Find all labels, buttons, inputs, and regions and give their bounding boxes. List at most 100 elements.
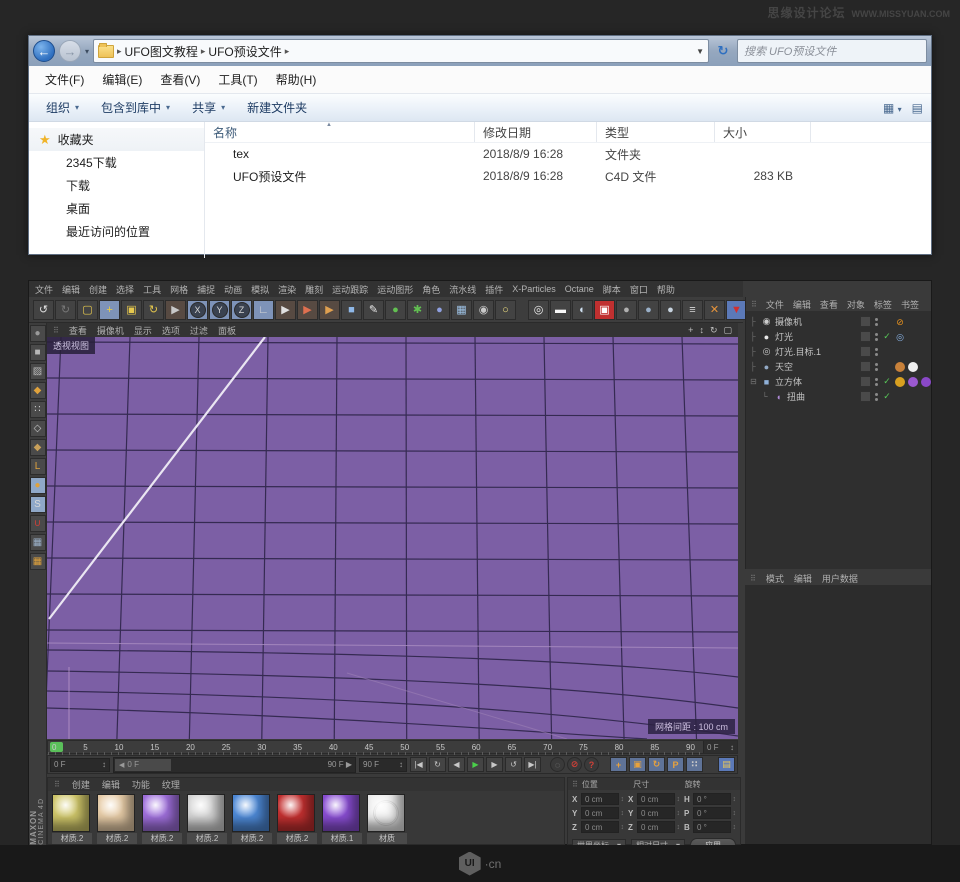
material-menu-item[interactable]: 功能 bbox=[132, 778, 150, 791]
back-button[interactable]: ← bbox=[33, 40, 55, 62]
object-manager-menu-item[interactable]: 对象 bbox=[847, 298, 865, 311]
breadcrumb-segment[interactable]: UFO图文教程 bbox=[125, 43, 198, 60]
team-render-icon[interactable]: ▼ bbox=[726, 300, 747, 320]
object-row[interactable]: ⊟ ■ 立方体 ✓ bbox=[746, 374, 931, 389]
spline-pen-icon[interactable]: ✎ bbox=[363, 300, 384, 320]
coordinate-value[interactable]: 0 cm bbox=[581, 793, 619, 805]
c4d-menu-item[interactable]: 流水线 bbox=[449, 283, 476, 296]
c4d-menu-item[interactable]: 插件 bbox=[485, 283, 503, 296]
lock-workplane-icon[interactable]: ▦ bbox=[30, 534, 46, 551]
object-name[interactable]: 灯光 bbox=[775, 330, 857, 343]
render-target-icon[interactable]: ◎ bbox=[528, 300, 549, 320]
c4d-menu-item[interactable]: 帮助 bbox=[657, 283, 675, 296]
mini-slider-icon[interactable]: ▤ bbox=[718, 757, 735, 772]
object-tag-icon[interactable] bbox=[921, 347, 931, 357]
spinner-icon[interactable]: ↕ bbox=[677, 824, 681, 831]
points-mode-icon[interactable]: ∷ bbox=[30, 401, 46, 418]
key-pla-icon[interactable]: ∷ bbox=[686, 757, 703, 772]
c4d-menu-item[interactable]: 窗口 bbox=[630, 283, 648, 296]
object-manager-menu-item[interactable]: 标签 bbox=[874, 298, 892, 311]
object-row[interactable]: ├ ● 灯光 ✓ ◎ bbox=[746, 329, 931, 344]
object-tag-icon[interactable] bbox=[921, 332, 931, 342]
explorer-menu-item[interactable]: 帮助(H) bbox=[268, 68, 325, 91]
coordinate-value[interactable]: 0 cm bbox=[637, 821, 675, 833]
material-white-icon[interactable]: ▬ bbox=[550, 300, 571, 320]
z-lock-icon[interactable]: Z bbox=[231, 300, 252, 320]
goto-end-icon[interactable]: ▶| bbox=[524, 757, 541, 772]
tweak-mode-icon[interactable]: ● bbox=[30, 477, 46, 494]
keyframe-selection-icon[interactable]: ? bbox=[584, 757, 599, 772]
viewport-menu-item[interactable]: 选项 bbox=[162, 324, 180, 337]
material-thumbnail[interactable]: 材质.2 bbox=[97, 794, 137, 844]
generators-icon[interactable]: ● bbox=[385, 300, 406, 320]
file-row[interactable]: tex 2018/8/9 16:28 文件夹 bbox=[205, 143, 931, 165]
record-off-icon[interactable]: ◌ bbox=[550, 757, 565, 772]
explorer-menu-item[interactable]: 查看(V) bbox=[152, 68, 208, 91]
live-selection-icon[interactable]: ▢ bbox=[77, 300, 98, 320]
object-name[interactable]: 天空 bbox=[775, 360, 857, 373]
viewport-menu-item[interactable]: 面板 bbox=[218, 324, 236, 337]
c4d-menu-item[interactable]: 雕刻 bbox=[305, 283, 323, 296]
c4d-menu-item[interactable]: 工具 bbox=[143, 283, 161, 296]
next-frame-icon[interactable]: ▶ bbox=[486, 757, 503, 772]
coordinate-field[interactable]: H 0 ° ↕ bbox=[684, 793, 736, 805]
layer-toggle-icon[interactable] bbox=[860, 361, 871, 372]
spinner-icon[interactable]: ↕ bbox=[733, 810, 737, 817]
toolbar-button[interactable]: 共享▾ bbox=[183, 96, 234, 119]
key-position-icon[interactable]: + bbox=[610, 757, 627, 772]
c4d-menu-item[interactable]: 脚本 bbox=[603, 283, 621, 296]
sphere-glass-icon[interactable]: ● bbox=[660, 300, 681, 320]
object-row[interactable]: └ ◖ 扭曲 ✓ bbox=[746, 389, 931, 404]
object-row[interactable]: ├ ◉ 摄像机 ⊘ bbox=[746, 314, 931, 329]
snap-icon[interactable]: S bbox=[30, 496, 46, 513]
visibility-dots-icon[interactable] bbox=[874, 348, 879, 356]
column-header-type[interactable]: 类型 bbox=[597, 122, 715, 142]
column-header-size[interactable]: 大小 bbox=[715, 122, 811, 142]
scene-camera-icon[interactable]: ◉ bbox=[473, 300, 494, 320]
sidebar-item[interactable]: 下载 bbox=[29, 174, 204, 197]
attribute-tab[interactable]: 用户数据 bbox=[822, 572, 858, 585]
timeline-range-slider[interactable]: ◀0 F 90 F ▶ bbox=[113, 757, 356, 773]
object-tag-icon[interactable]: ⊘ bbox=[895, 317, 905, 327]
workplane-mode-icon[interactable]: ◆ bbox=[30, 382, 46, 399]
coordinate-field[interactable]: Z 0 cm ↕ bbox=[628, 821, 680, 833]
autokey-icon[interactable]: ⊘ bbox=[567, 757, 582, 772]
axis-mode-icon[interactable]: L bbox=[30, 458, 46, 475]
column-header-name[interactable]: 名称▲ bbox=[205, 122, 475, 142]
layer-toggle-icon[interactable] bbox=[860, 316, 871, 327]
object-tag-icon[interactable] bbox=[921, 392, 931, 402]
object-name[interactable]: 扭曲 bbox=[787, 390, 857, 403]
coordinate-field[interactable]: P 0 ° ↕ bbox=[684, 807, 736, 819]
object-tag-icon[interactable] bbox=[908, 347, 918, 357]
column-header-date[interactable]: 修改日期 bbox=[475, 122, 597, 142]
panel-grip-icon[interactable]: ⠿ bbox=[54, 780, 60, 789]
prev-frame-icon[interactable]: ◀ bbox=[448, 757, 465, 772]
c4d-menu-item[interactable]: X-Particles bbox=[512, 284, 556, 294]
toolbar-button[interactable]: 包含到库中▾ bbox=[92, 96, 179, 119]
material-thumbnail[interactable]: 材质.1 bbox=[322, 794, 362, 844]
object-row[interactable]: ├ ◎ 灯光.目标.1 bbox=[746, 344, 931, 359]
c4d-menu-item[interactable]: 运动跟踪 bbox=[332, 283, 368, 296]
x-lock-icon[interactable]: X bbox=[187, 300, 208, 320]
spinner-icon[interactable]: ↕ bbox=[621, 824, 625, 831]
coordinate-value[interactable]: 0 ° bbox=[693, 821, 731, 833]
c4d-menu-item[interactable]: 动画 bbox=[224, 283, 242, 296]
attribute-tab[interactable]: 模式 bbox=[766, 572, 784, 585]
zoom-view-icon[interactable]: ↕ bbox=[699, 325, 704, 336]
tree-branch-icon[interactable]: ├ bbox=[750, 317, 758, 326]
object-tag-icon[interactable] bbox=[908, 332, 918, 342]
object-tag-icon[interactable] bbox=[895, 392, 905, 402]
c4d-menu-item[interactable]: 选择 bbox=[116, 283, 134, 296]
visibility-dots-icon[interactable] bbox=[874, 393, 879, 401]
model-mode-icon[interactable]: ■ bbox=[30, 344, 46, 361]
cycle-icon[interactable]: ↺ bbox=[505, 757, 522, 772]
sidebar-item[interactable]: 2345下载 bbox=[29, 151, 204, 174]
floor-icon[interactable]: ▦ bbox=[451, 300, 472, 320]
material-thumbnail[interactable]: 材质.2 bbox=[232, 794, 272, 844]
c4d-menu-item[interactable]: 模拟 bbox=[251, 283, 269, 296]
object-tag-icon[interactable] bbox=[908, 317, 918, 327]
play-icon[interactable]: ▶ bbox=[467, 757, 484, 772]
explorer-menu-item[interactable]: 编辑(E) bbox=[94, 68, 150, 91]
c4d-menu-item[interactable]: 捕捉 bbox=[197, 283, 215, 296]
viewport-menu-item[interactable]: 显示 bbox=[134, 324, 152, 337]
